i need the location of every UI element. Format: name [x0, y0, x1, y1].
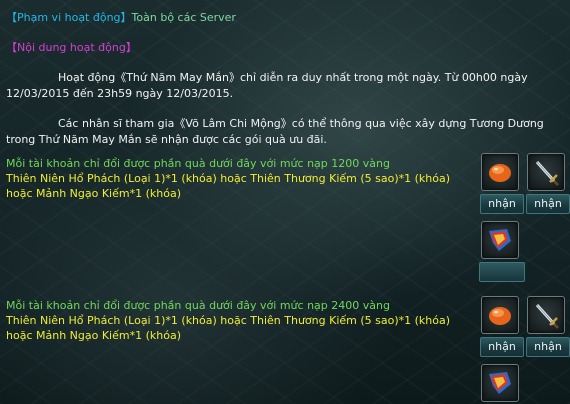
button-edge: [479, 262, 525, 282]
reward-slot-amber[interactable]: [481, 296, 519, 334]
reward-items-line1: Thiên Niên Hổ Phách (Loại 1)*1 (khóa) ho…: [6, 314, 451, 327]
reward-slot-sword[interactable]: [527, 153, 565, 191]
paragraph-dates-line1: Hoạt động《Thứ Năm May Mắn》chỉ diễn ra du…: [58, 71, 528, 84]
reward-items-line1: Thiên Niên Hổ Phách (Loại 1)*1 (khóa) ho…: [6, 172, 451, 185]
scope-value: Toàn bộ các Server: [131, 11, 236, 24]
sword-fragment-icon: [489, 229, 511, 251]
paragraph-event-line1: Các nhân sĩ tham gia《Võ Lâm Chi Mộng》có …: [58, 117, 544, 130]
claim-button[interactable]: nhận: [480, 337, 524, 357]
claim-button[interactable]: nhận: [526, 337, 570, 357]
reward-slot-amber[interactable]: [481, 153, 519, 191]
reward-condition: Mỗi tài khoản chỉ đổi được phần quà dưới…: [6, 299, 390, 312]
content-label: 【Nội dung hoạt động】: [6, 41, 137, 54]
claim-button[interactable]: nhận: [480, 194, 524, 214]
scope-row: 【Phạm vi hoạt động】Toàn bộ các Server: [6, 10, 236, 25]
scope-label: 【Phạm vi hoạt động】: [6, 11, 132, 24]
reward-condition: Mỗi tài khoản chỉ đổi được phần quà dưới…: [6, 157, 390, 170]
paragraph-event-line2: trong Thứ Năm May Mắn sẽ nhận được các g…: [6, 133, 327, 146]
amber-stone-icon: [489, 307, 511, 325]
claim-button[interactable]: nhận: [526, 194, 570, 214]
reward-slot-fragment[interactable]: [481, 364, 519, 402]
sword-icon: [535, 160, 559, 186]
amber-stone-icon: [489, 164, 511, 182]
reward-items-line2: hoặc Mảnh Ngạo Kiếm*1 (khóa): [6, 329, 181, 342]
reward-items-line2: hoặc Mảnh Ngạo Kiếm*1 (khóa): [6, 187, 181, 200]
reward-slot-fragment[interactable]: [481, 221, 519, 259]
sword-fragment-icon: [489, 372, 511, 394]
paragraph-dates-line2: 12/03/2015 đến 23h59 ngày 12/03/2015.: [6, 87, 234, 100]
reward-slot-sword[interactable]: [527, 296, 565, 334]
sword-icon: [535, 303, 559, 329]
